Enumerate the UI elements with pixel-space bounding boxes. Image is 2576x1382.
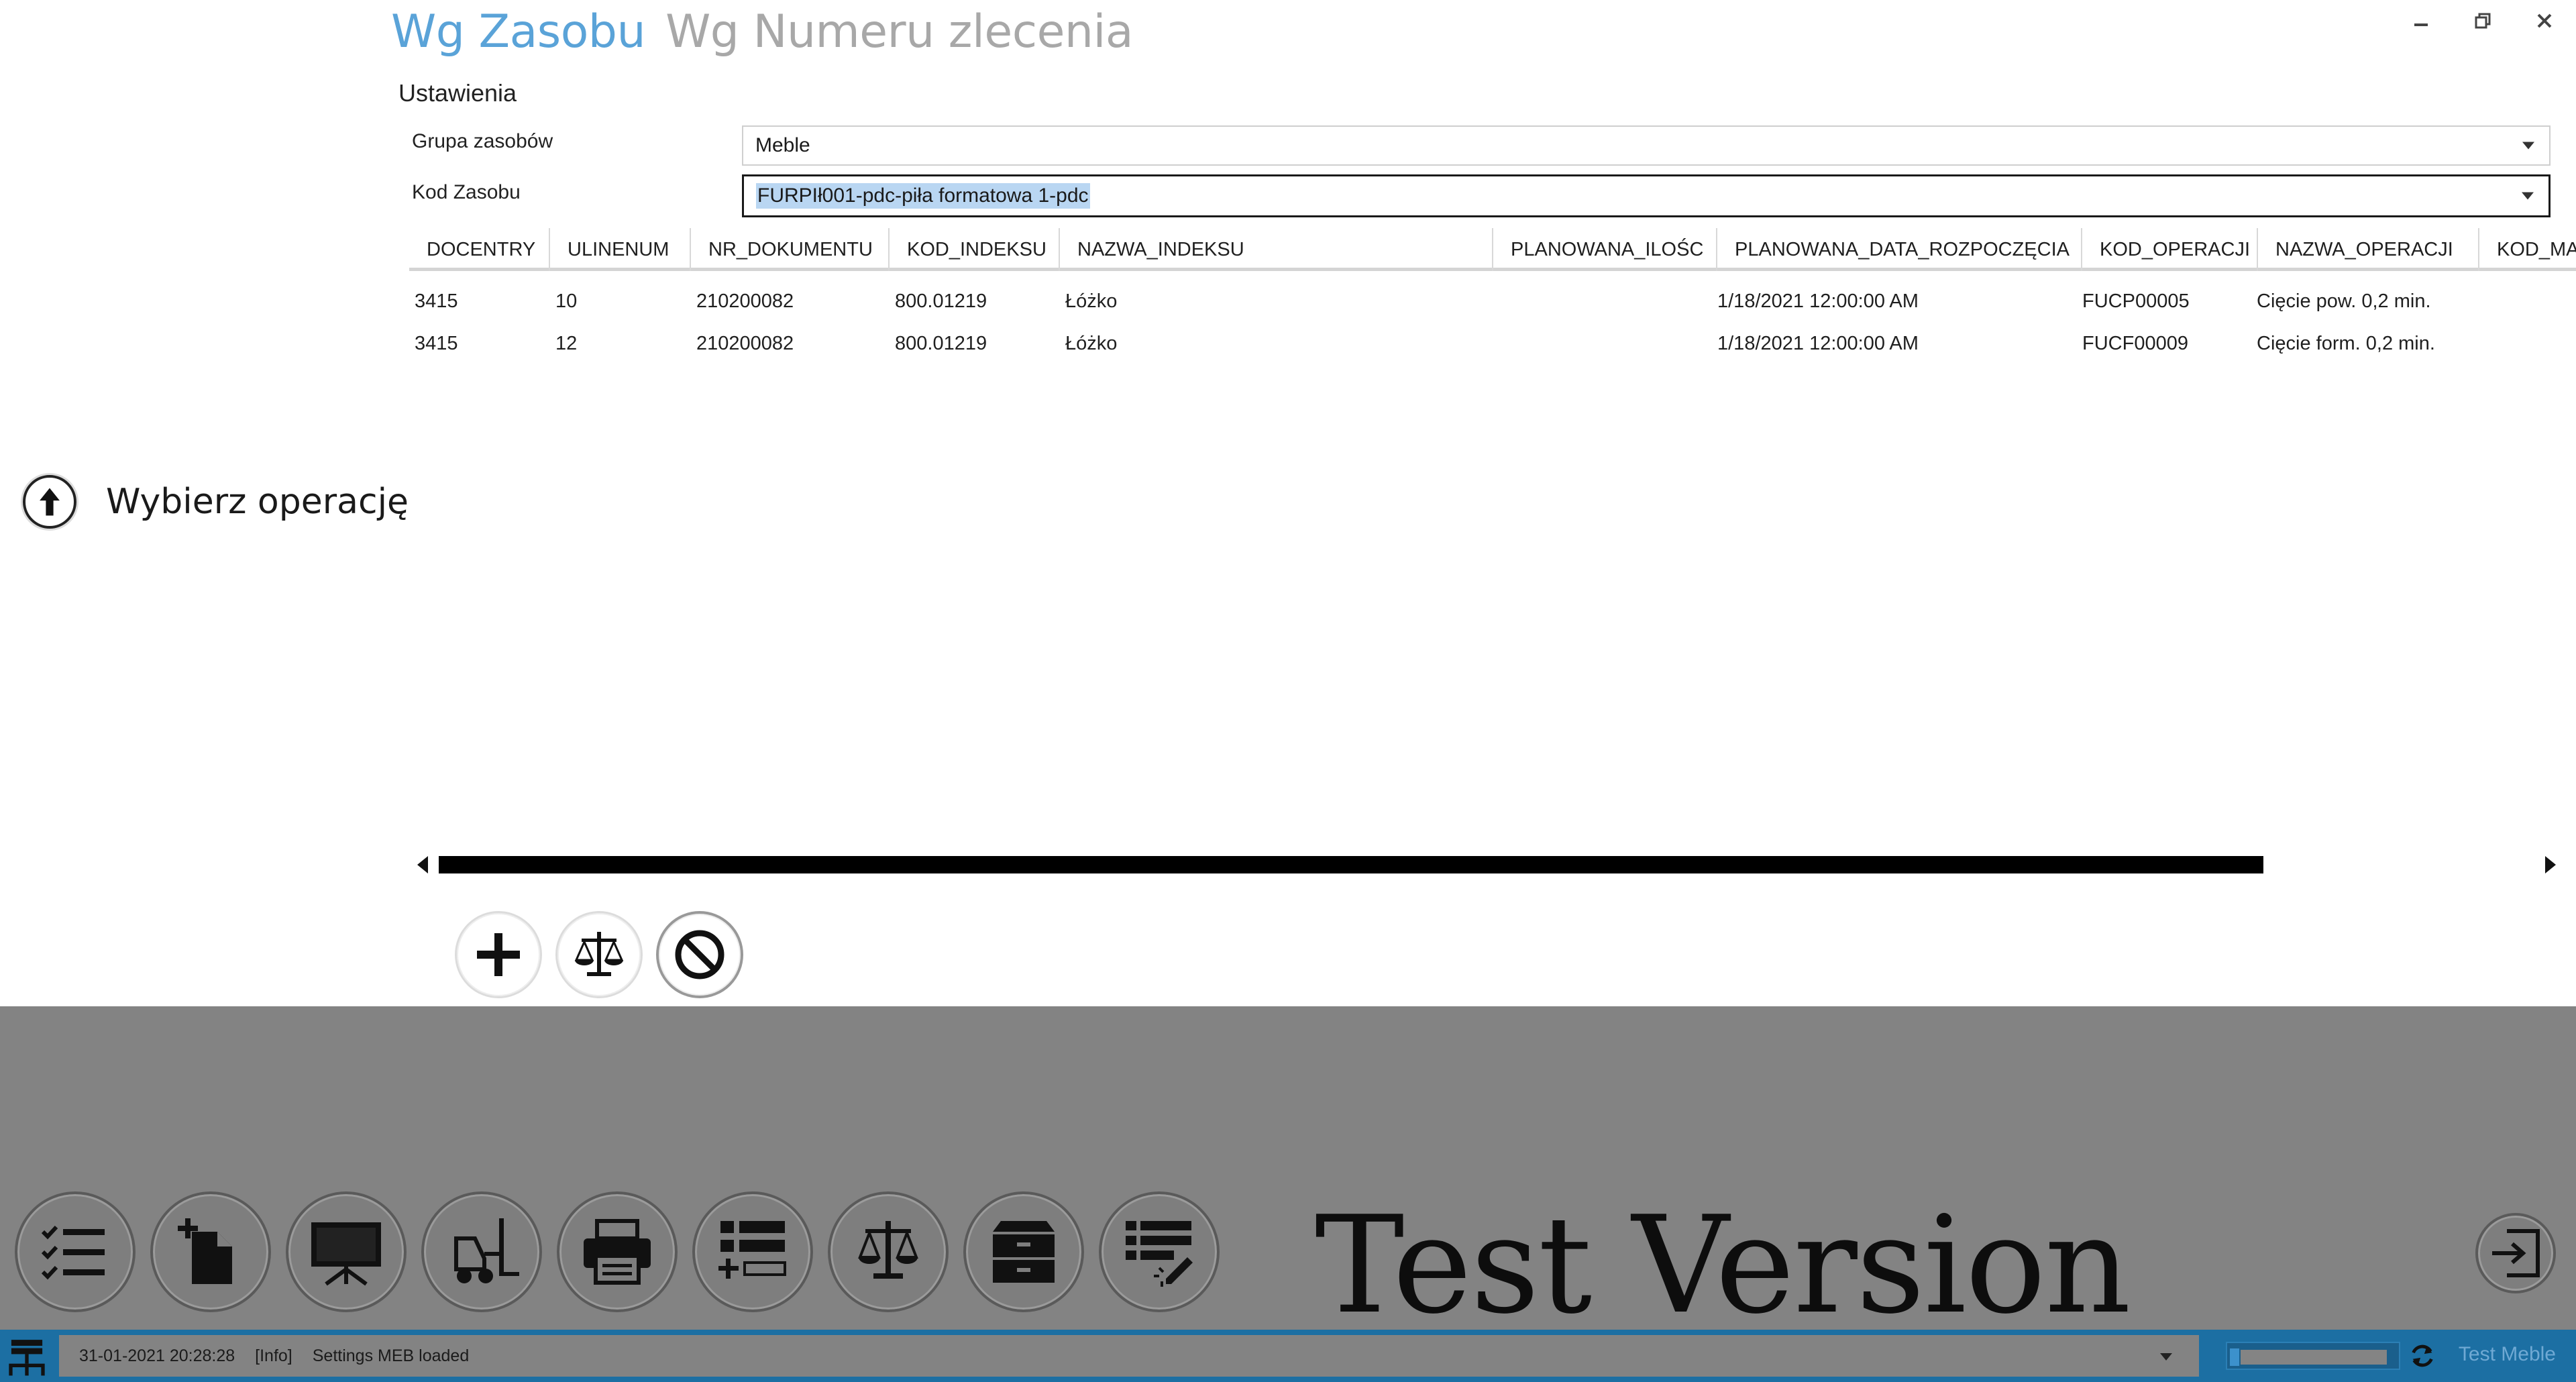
window-controls bbox=[2410, 9, 2556, 32]
checklist-button[interactable] bbox=[15, 1191, 136, 1312]
cell-nazwa-operacji: Cięcie form. 0,2 min. bbox=[2257, 332, 2435, 354]
resource-code-combobox[interactable]: FURPIł001-pdc-piła formatowa 1-pdc bbox=[742, 174, 2551, 217]
table-row[interactable]: 3415 12 210200082 800.01219 Łóżko 1/18/2… bbox=[409, 323, 2576, 364]
cancel-button[interactable] bbox=[656, 911, 743, 998]
column-header[interactable]: KOD_OPERACJI bbox=[2082, 228, 2258, 271]
column-header[interactable]: NAZWA_OPERACJI bbox=[2258, 228, 2479, 271]
cell-kod-indeksu: 800.01219 bbox=[895, 332, 987, 354]
printer-icon bbox=[584, 1219, 651, 1285]
cell-nr-dokumentu: 210200082 bbox=[696, 332, 794, 354]
hint-text: Wybierz operację bbox=[106, 482, 409, 522]
scales-icon bbox=[858, 1221, 918, 1279]
tab-wg-zasobu[interactable]: Wg Zasobu bbox=[391, 5, 646, 58]
presentation-board-button[interactable] bbox=[286, 1191, 407, 1312]
cell-nazwa-operacji: Cięcie pow. 0,2 min. bbox=[2257, 290, 2431, 312]
grid-header: DOCENTRY ULINENUM NR_DOKUMENTU KOD_INDEK… bbox=[409, 228, 2576, 271]
cell-ulinenum: 12 bbox=[555, 332, 578, 354]
cell-planowana-data: 1/18/2021 12:00:00 AM bbox=[1717, 290, 1919, 312]
restore-icon[interactable] bbox=[2471, 9, 2494, 32]
forklift-icon bbox=[454, 1218, 519, 1283]
select-operation-hint: Wybierz operację bbox=[23, 475, 409, 529]
test-version-watermark: Test Version bbox=[1315, 1187, 2131, 1344]
status-message: Settings MEB loaded bbox=[312, 1346, 470, 1365]
cell-nazwa-indeksu: Łóżko bbox=[1065, 290, 1118, 312]
chevron-down-icon[interactable] bbox=[2522, 192, 2534, 200]
list-add-button[interactable] bbox=[692, 1191, 813, 1312]
list-edit-icon bbox=[1126, 1221, 1193, 1287]
forklift-button[interactable] bbox=[421, 1191, 542, 1312]
resource-group-combobox[interactable]: Meble bbox=[742, 125, 2551, 166]
operations-grid: DOCENTRY ULINENUM NR_DOKUMENTU KOD_INDEK… bbox=[409, 228, 2576, 832]
new-document-button[interactable] bbox=[150, 1191, 271, 1312]
grid-actions bbox=[455, 911, 743, 998]
list-edit-button[interactable] bbox=[1099, 1191, 1220, 1312]
scales-icon bbox=[574, 932, 624, 976]
tab-wg-numeru-zlecenia[interactable]: Wg Numeru zlecenia bbox=[665, 5, 1134, 58]
exit-button[interactable] bbox=[2475, 1213, 2556, 1293]
database-name: Test Meble bbox=[2458, 1343, 2556, 1365]
scales-button[interactable] bbox=[828, 1191, 949, 1312]
cell-nazwa-indeksu: Łóżko bbox=[1065, 332, 1118, 354]
cell-docentry: 3415 bbox=[415, 332, 458, 354]
network-icon[interactable] bbox=[3, 1332, 51, 1381]
cell-planowana-data: 1/18/2021 12:00:00 AM bbox=[1717, 332, 1919, 354]
scroll-right-icon[interactable] bbox=[2545, 856, 2556, 873]
resource-code-label: Kod Zasobu bbox=[412, 181, 521, 203]
status-timestamp: 31-01-2021 20:28:28 bbox=[79, 1346, 235, 1365]
scrollbar-thumb[interactable] bbox=[439, 856, 2263, 873]
presentation-board-icon bbox=[311, 1222, 381, 1286]
cancel-icon bbox=[675, 930, 724, 979]
refresh-icon[interactable] bbox=[2407, 1340, 2438, 1371]
drawer-icon bbox=[993, 1221, 1055, 1283]
column-header[interactable]: PLANOWANA_DATA_ROZPOCZĘCIA bbox=[1717, 228, 2082, 271]
table-row[interactable]: 3415 10 210200082 800.01219 Łóżko 1/18/2… bbox=[409, 280, 2576, 322]
cell-kod-operacji: FUCF00009 bbox=[2082, 332, 2188, 354]
minimize-icon[interactable] bbox=[2410, 9, 2432, 32]
chevron-down-icon[interactable] bbox=[2160, 1353, 2172, 1361]
checklist-icon bbox=[41, 1225, 105, 1280]
drawer-button[interactable] bbox=[963, 1191, 1084, 1312]
cell-kod-operacji: FUCP00005 bbox=[2082, 290, 2190, 312]
status-log-dropdown[interactable]: 31-01-2021 20:28:28 [Info] Settings MEB … bbox=[59, 1335, 2199, 1377]
resource-group-label: Grupa zasobów bbox=[412, 130, 553, 152]
app-window: Wg Zasobu Wg Numeru zlecenia Ustawienia … bbox=[0, 0, 2576, 1382]
column-header[interactable]: NAZWA_INDEKSU bbox=[1060, 228, 1493, 271]
new-document-icon bbox=[178, 1218, 232, 1284]
column-header[interactable]: PLANOWANA_ILOŚC bbox=[1493, 228, 1717, 271]
print-button[interactable] bbox=[557, 1191, 678, 1312]
weigh-button[interactable] bbox=[555, 911, 643, 998]
add-button[interactable] bbox=[455, 911, 542, 998]
pivot-header: Wg Zasobu Wg Numeru zlecenia bbox=[391, 5, 1134, 72]
resource-group-value: Meble bbox=[755, 134, 810, 156]
list-add-icon bbox=[718, 1221, 786, 1279]
column-header[interactable]: KOD_MAT bbox=[2479, 228, 2576, 271]
chevron-down-icon[interactable] bbox=[2522, 142, 2534, 150]
column-header[interactable]: DOCENTRY bbox=[409, 228, 550, 271]
status-bar: 31-01-2021 20:28:28 [Info] Settings MEB … bbox=[0, 1330, 2576, 1382]
cell-nr-dokumentu: 210200082 bbox=[696, 290, 794, 312]
scroll-left-icon[interactable] bbox=[417, 856, 428, 873]
column-header[interactable]: KOD_INDEKSU bbox=[890, 228, 1060, 271]
exit-icon bbox=[2492, 1229, 2540, 1277]
resource-code-value: FURPIł001-pdc-piła formatowa 1-pdc bbox=[756, 183, 1090, 209]
cell-docentry: 3415 bbox=[415, 290, 458, 312]
cell-ulinenum: 10 bbox=[555, 290, 578, 312]
cell-kod-indeksu: 800.01219 bbox=[895, 290, 987, 312]
settings-heading: Ustawienia bbox=[398, 79, 517, 107]
main-toolbar bbox=[15, 1191, 1220, 1312]
column-header[interactable]: NR_DOKUMENTU bbox=[691, 228, 890, 271]
plus-icon bbox=[477, 933, 520, 976]
sync-progress-bar bbox=[2226, 1342, 2400, 1370]
horizontal-scrollbar[interactable] bbox=[416, 851, 2556, 878]
arrow-up-icon bbox=[23, 475, 76, 529]
status-level: [Info] bbox=[255, 1346, 292, 1365]
close-icon[interactable] bbox=[2533, 9, 2556, 32]
column-header[interactable]: ULINENUM bbox=[550, 228, 691, 271]
